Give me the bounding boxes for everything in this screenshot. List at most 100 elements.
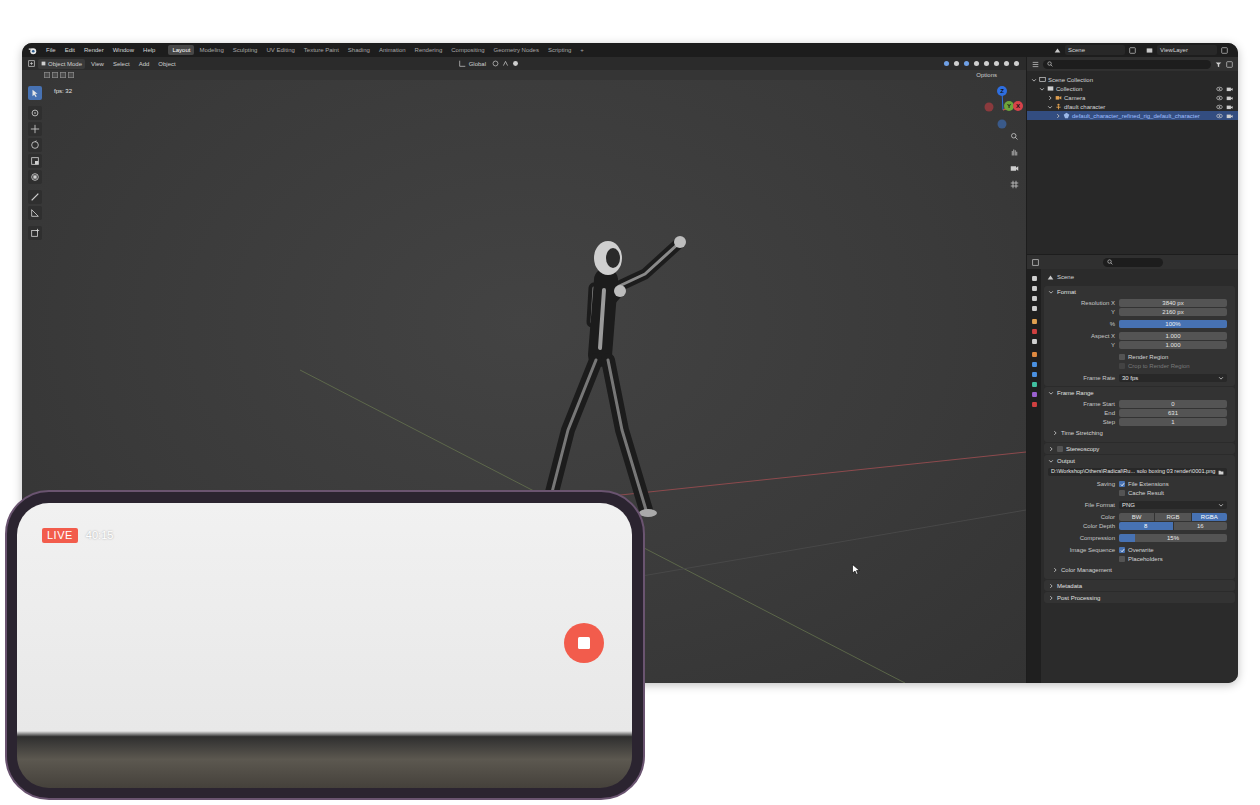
workspace-tab[interactable]: UV Editing [262, 45, 298, 55]
orientation-dropdown[interactable]: Global [469, 61, 486, 67]
expand-arrow-icon[interactable] [1048, 390, 1054, 396]
number-field[interactable]: 2160 px [1119, 308, 1227, 316]
property-tab-icon[interactable] [1031, 328, 1038, 335]
outliner-row[interactable]: Scene Collection [1027, 75, 1238, 84]
scale-tool-icon[interactable] [28, 154, 42, 168]
segment-option[interactable]: 8 [1119, 522, 1173, 530]
segment-option[interactable]: RGBA [1192, 513, 1227, 521]
character-model-icon[interactable] [520, 230, 690, 520]
shading-icon[interactable] [983, 60, 990, 67]
menu-item[interactable]: Window [109, 47, 138, 53]
shading-icon[interactable] [963, 60, 970, 67]
new-view-layer-icon[interactable] [1221, 47, 1228, 54]
menu-item[interactable]: Edit [61, 47, 79, 53]
panel-header[interactable]: Frame Range [1044, 387, 1235, 398]
render-camera-icon[interactable] [1226, 104, 1233, 110]
expand-arrow-icon[interactable] [1048, 289, 1054, 295]
eye-icon[interactable] [1216, 104, 1223, 110]
subpanel-header[interactable]: Time Stretching [1052, 427, 1103, 438]
shading-icon[interactable] [943, 60, 950, 67]
measure-tool-icon[interactable] [28, 206, 42, 220]
cursor-tool-icon[interactable] [28, 106, 42, 120]
menu-item[interactable]: File [42, 47, 60, 53]
workspace-tab[interactable]: Modeling [195, 45, 227, 55]
checkbox-box[interactable] [1119, 547, 1125, 553]
expand-arrow-icon[interactable] [1048, 595, 1054, 601]
workspace-tab[interactable]: Shading [344, 45, 374, 55]
viewport-menu[interactable]: Select [110, 61, 133, 67]
outliner-row[interactable]: dfault character [1027, 102, 1238, 111]
filter-icon[interactable] [1215, 61, 1222, 68]
workspace-tab[interactable]: Animation [375, 45, 410, 55]
stop-recording-button[interactable] [564, 623, 604, 663]
mode-dropdown[interactable]: Object Mode [38, 59, 85, 69]
folder-icon[interactable] [1218, 469, 1224, 475]
expand-arrow-icon[interactable] [1039, 86, 1045, 92]
render-camera-icon[interactable] [1226, 86, 1233, 92]
move-tool-icon[interactable] [28, 122, 42, 136]
properties-search-field[interactable] [1103, 258, 1163, 267]
rotate-tool-icon[interactable] [28, 138, 42, 152]
property-tab-icon[interactable] [1031, 338, 1038, 345]
panel-header[interactable]: Metadata [1044, 580, 1235, 591]
expand-arrow-icon[interactable] [1031, 77, 1037, 83]
segment-option[interactable]: RGB [1155, 513, 1190, 521]
property-tab-icon[interactable] [1031, 295, 1038, 302]
segment-option[interactable]: BW [1119, 513, 1154, 521]
add-cube-tool-icon[interactable] [28, 226, 42, 240]
viewport-menu[interactable]: Object [155, 61, 178, 67]
expand-arrow-icon[interactable] [1048, 458, 1054, 464]
checkbox[interactable]: Placeholders [1119, 555, 1163, 563]
property-tab-icon[interactable] [1031, 351, 1038, 358]
outliner-row[interactable]: Collection [1027, 84, 1238, 93]
checkbox[interactable]: Crop to Render Region [1119, 362, 1190, 370]
property-tab-icon[interactable] [1031, 361, 1038, 368]
property-tab-icon[interactable] [1031, 285, 1038, 292]
new-collection-icon[interactable] [1226, 61, 1233, 68]
grid-view-icon[interactable] [1008, 178, 1020, 190]
workspace-tab[interactable]: Texture Paint [300, 45, 343, 55]
viewport-menu[interactable]: View [88, 61, 107, 67]
transform-tool-icon[interactable] [28, 170, 42, 184]
shading-icon[interactable] [953, 60, 960, 67]
expand-arrow-icon[interactable] [1048, 446, 1054, 452]
workspace-tab[interactable]: Scripting [544, 45, 575, 55]
checkbox-box[interactable] [1119, 556, 1125, 562]
number-field[interactable]: 1 [1119, 418, 1227, 426]
checkbox-box[interactable] [1119, 354, 1125, 360]
render-camera-icon[interactable] [1226, 95, 1233, 101]
gizmo-axis[interactable]: Z [997, 86, 1007, 96]
add-workspace-button[interactable]: + [576, 47, 588, 53]
panel-header[interactable]: Format [1044, 286, 1235, 297]
number-field[interactable]: 1.000 [1119, 341, 1227, 349]
select-mode-icon[interactable] [52, 72, 58, 78]
segment-option[interactable]: 16 [1174, 522, 1228, 530]
workspace-tab[interactable]: Geometry Nodes [490, 45, 543, 55]
slider-track[interactable]: 15% [1119, 534, 1227, 542]
outliner-search-field[interactable] [1043, 60, 1211, 69]
options-button[interactable]: Options [973, 72, 1000, 78]
checkbox[interactable]: Cache Result [1119, 489, 1164, 497]
number-field[interactable]: 631 [1119, 409, 1227, 417]
workspace-tab[interactable]: Sculpting [229, 45, 262, 55]
shading-icon[interactable] [973, 60, 980, 67]
checkbox-box[interactable] [1119, 490, 1125, 496]
shading-icon[interactable] [1003, 60, 1010, 67]
property-tab-icon[interactable] [1031, 391, 1038, 398]
output-path-field[interactable]: D:\Workshop\Others\Radical\Ru... solo bo… [1048, 468, 1227, 476]
workspace-tab[interactable]: Compositing [447, 45, 488, 55]
panel-header[interactable]: Output [1044, 455, 1235, 466]
workspace-tab[interactable]: Layout [168, 45, 194, 55]
scene-field[interactable]: Scene [1065, 45, 1125, 55]
expand-arrow-icon[interactable] [1055, 113, 1061, 119]
pivot-icon[interactable] [492, 60, 499, 67]
gizmo-axis[interactable]: X [1013, 101, 1023, 111]
view-layer-field[interactable]: ViewLayer [1157, 45, 1217, 55]
snap-icon[interactable] [502, 60, 509, 67]
pan-hand-icon[interactable] [1008, 146, 1020, 158]
workspace-tab[interactable]: Rendering [411, 45, 447, 55]
new-scene-icon[interactable] [1129, 47, 1136, 54]
property-tab-icon[interactable] [1031, 275, 1038, 282]
eye-icon[interactable] [1216, 95, 1223, 101]
select-tool-icon[interactable] [28, 86, 42, 100]
